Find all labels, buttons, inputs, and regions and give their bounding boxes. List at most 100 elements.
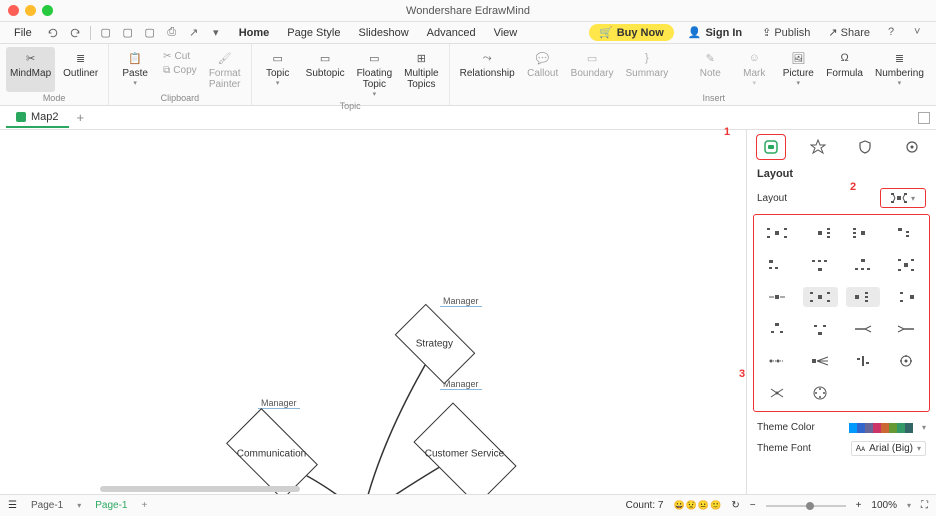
numbering-button[interactable]: ≣Numbering▾ bbox=[871, 47, 928, 92]
open-button[interactable]: ▢ bbox=[121, 26, 135, 40]
sync-icon[interactable]: ↻ bbox=[731, 500, 739, 511]
layout-option-4[interactable] bbox=[888, 223, 923, 243]
fullscreen-button[interactable]: ⛶ bbox=[921, 500, 928, 511]
relationship-button[interactable]: ⤳Relationship bbox=[456, 47, 519, 92]
undo-button[interactable] bbox=[46, 26, 60, 40]
layout-option-11[interactable] bbox=[846, 287, 881, 307]
theme-color-swatch[interactable] bbox=[857, 423, 865, 433]
theme-color-swatch[interactable] bbox=[865, 423, 873, 433]
chevron-down-icon[interactable]: ▾ bbox=[77, 501, 81, 510]
topic-button[interactable]: ▭Topic▾ bbox=[258, 47, 298, 100]
layout-option-20[interactable] bbox=[888, 351, 923, 371]
layout-selector[interactable]: ▾ bbox=[880, 188, 926, 208]
callout-button[interactable]: 💬Callout bbox=[523, 47, 563, 92]
add-page-button[interactable]: + bbox=[141, 500, 147, 511]
layout-option-12[interactable] bbox=[888, 287, 923, 307]
theme-color-swatch[interactable] bbox=[905, 423, 913, 433]
cut-button[interactable]: ✂Cut bbox=[159, 50, 201, 63]
new-button[interactable]: ▢ bbox=[99, 26, 113, 40]
zoom-in-button[interactable]: + bbox=[856, 500, 862, 511]
floating-topic-button[interactable]: ▭FloatingTopic▾ bbox=[353, 47, 397, 100]
layout-option-2[interactable] bbox=[803, 223, 838, 243]
layout-option-5[interactable] bbox=[760, 255, 795, 275]
layout-option-10[interactable] bbox=[803, 287, 838, 307]
canvas[interactable]: Manager Manager Manager Communication St… bbox=[0, 130, 746, 494]
chevron-down-icon[interactable]: ▾ bbox=[907, 501, 911, 510]
theme-font-selector[interactable]: Aᴀ Arial (Big) ▾ bbox=[851, 441, 926, 456]
horizontal-scrollbar[interactable] bbox=[100, 486, 300, 492]
layout-row: Layout ▾ bbox=[747, 184, 936, 212]
layout-option-14[interactable] bbox=[803, 319, 838, 339]
layout-option-9[interactable] bbox=[760, 287, 795, 307]
current-page[interactable]: Page-1 bbox=[95, 500, 127, 511]
layout-option-21[interactable] bbox=[760, 383, 795, 403]
layout-option-7[interactable] bbox=[846, 255, 881, 275]
theme-color-palette[interactable] bbox=[849, 423, 913, 433]
add-tab-button[interactable]: + bbox=[69, 107, 93, 128]
tab-view[interactable]: View bbox=[494, 27, 518, 39]
layout-option-13[interactable] bbox=[760, 319, 795, 339]
export-button[interactable]: ↗ bbox=[187, 26, 201, 40]
tab-advanced[interactable]: Advanced bbox=[427, 27, 476, 39]
mindmap-button[interactable]: ✂MindMap bbox=[6, 47, 55, 92]
sign-in-button[interactable]: 👤Sign In bbox=[680, 24, 750, 41]
settings-tab-button[interactable] bbox=[897, 134, 927, 160]
zoom-value[interactable]: 100% bbox=[871, 500, 897, 511]
doc-tab-map2[interactable]: Map2 bbox=[6, 108, 69, 128]
collapse-ribbon-button[interactable]: ˅ bbox=[914, 26, 928, 40]
subtopic-button[interactable]: ▭Subtopic bbox=[302, 47, 349, 100]
layout-option-18[interactable] bbox=[803, 351, 838, 371]
save-button[interactable]: ▢ bbox=[143, 26, 157, 40]
help-button[interactable]: ? bbox=[888, 26, 902, 40]
file-menu[interactable]: File bbox=[8, 25, 38, 41]
note-button[interactable]: ✎Note bbox=[690, 47, 730, 92]
share-button[interactable]: ↗Share bbox=[822, 24, 876, 41]
qat-dropdown[interactable]: ▾ bbox=[209, 26, 223, 40]
theme-color-swatch[interactable] bbox=[897, 423, 905, 433]
multiple-topics-button[interactable]: ⊞MultipleTopics bbox=[400, 47, 442, 100]
minimize-window-button[interactable] bbox=[25, 5, 36, 16]
summary-button[interactable]: }Summary bbox=[621, 47, 672, 92]
style-tab-button[interactable] bbox=[803, 134, 833, 160]
maximize-window-button[interactable] bbox=[42, 5, 53, 16]
zoom-out-button[interactable]: − bbox=[750, 500, 756, 511]
layout-option-15[interactable] bbox=[846, 319, 881, 339]
chevron-down-icon[interactable]: ▾ bbox=[922, 423, 926, 432]
layout-option-6[interactable] bbox=[803, 255, 838, 275]
security-tab-button[interactable] bbox=[850, 134, 880, 160]
theme-color-swatch[interactable] bbox=[881, 423, 889, 433]
outline-toggle[interactable]: ☰ bbox=[8, 500, 17, 511]
buy-now-button[interactable]: 🛒Buy Now bbox=[589, 24, 674, 41]
print-button[interactable]: ⎙ bbox=[165, 26, 179, 40]
formula-button[interactable]: ΩFormula bbox=[822, 47, 867, 92]
layout-option-16[interactable] bbox=[888, 319, 923, 339]
redo-button[interactable] bbox=[68, 26, 82, 40]
tab-page-style[interactable]: Page Style bbox=[287, 27, 340, 39]
boundary-button[interactable]: ▭Boundary bbox=[567, 47, 618, 92]
theme-color-swatch[interactable] bbox=[889, 423, 897, 433]
tab-home[interactable]: Home bbox=[239, 27, 270, 39]
paste-button[interactable]: 📋Paste▾ bbox=[115, 47, 155, 92]
window-split-button[interactable] bbox=[918, 112, 930, 124]
mark-button[interactable]: ☺Mark▾ bbox=[734, 47, 774, 92]
close-window-button[interactable] bbox=[8, 5, 19, 16]
layout-option-19[interactable] bbox=[846, 351, 881, 371]
page-label[interactable]: Page-1 bbox=[31, 500, 63, 511]
layout-option-1[interactable] bbox=[760, 223, 795, 243]
layout-option-17[interactable] bbox=[760, 351, 795, 371]
layout-option-8[interactable] bbox=[888, 255, 923, 275]
format-painter-button[interactable]: 🖌FormatPainter bbox=[205, 47, 245, 92]
tab-slideshow[interactable]: Slideshow bbox=[359, 27, 409, 39]
theme-color-swatch[interactable] bbox=[873, 423, 881, 433]
copy-button[interactable]: ⧉Copy bbox=[159, 64, 201, 77]
zoom-thumb[interactable] bbox=[806, 502, 814, 510]
more-button[interactable]: ⋯More▾ bbox=[932, 47, 936, 92]
picture-button[interactable]: 🖼Picture▾ bbox=[778, 47, 818, 92]
layout-option-3[interactable] bbox=[846, 223, 881, 243]
zoom-slider[interactable] bbox=[766, 505, 846, 507]
theme-color-swatch[interactable] bbox=[849, 423, 857, 433]
outliner-button[interactable]: ≣Outliner bbox=[59, 47, 102, 92]
layout-option-22[interactable] bbox=[803, 383, 838, 403]
layout-tab-button[interactable] bbox=[756, 134, 786, 160]
publish-button[interactable]: ⇪Publish bbox=[756, 24, 816, 41]
